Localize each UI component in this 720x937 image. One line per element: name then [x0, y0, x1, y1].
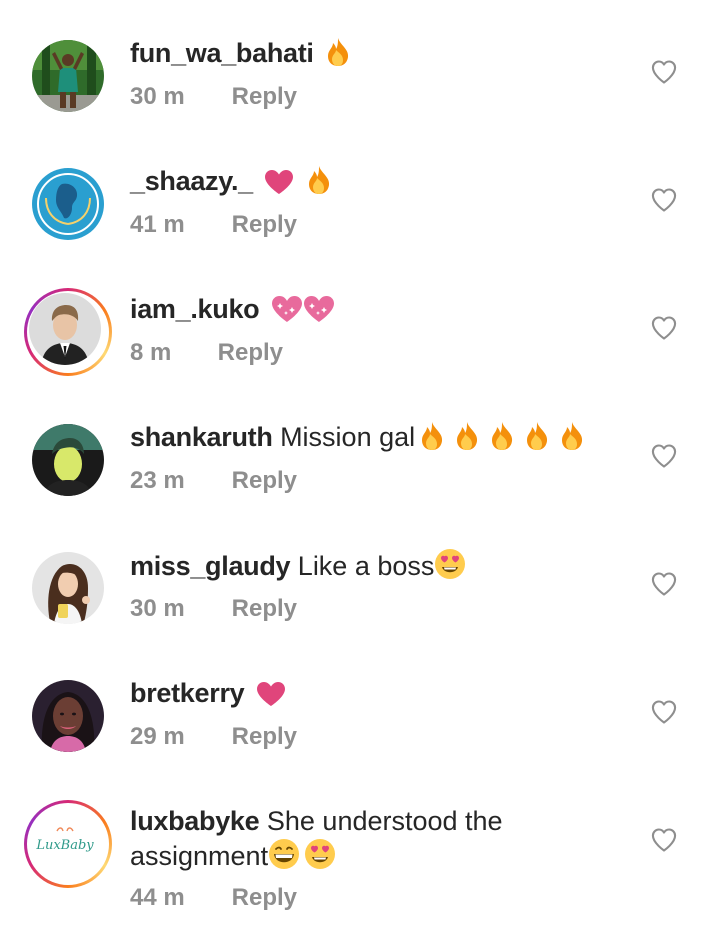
comment-line: fun_wa_bahati	[130, 36, 351, 70]
comment-time: 29 m	[130, 723, 185, 750]
username-link[interactable]: fun_wa_bahati	[130, 38, 314, 68]
avatar[interactable]	[32, 552, 104, 624]
reply-button[interactable]: Reply	[232, 884, 297, 911]
like-heart-icon[interactable]	[650, 58, 678, 86]
comment-time: 44 m	[130, 884, 185, 911]
comment-time: 23 m	[130, 467, 185, 494]
comment-meta: 8 m Reply	[130, 339, 283, 367]
reply-button[interactable]: Reply	[232, 723, 297, 750]
fire-emoji	[489, 421, 515, 451]
username-link[interactable]: luxbabyke	[130, 806, 260, 836]
like-heart-icon[interactable]	[650, 570, 678, 598]
comment-line: luxbabyke She understood the assignment	[130, 804, 550, 873]
like-heart-icon[interactable]	[650, 698, 678, 726]
like-heart-icon[interactable]	[650, 186, 678, 214]
reply-button[interactable]: Reply	[232, 595, 297, 622]
comment-time: 8 m	[130, 339, 172, 366]
grinning-emoji	[268, 838, 300, 870]
username-link[interactable]: shankaruth	[130, 422, 273, 452]
like-heart-icon[interactable]	[650, 442, 678, 470]
comment-line: miss_glaudy Like a boss	[130, 548, 466, 583]
comment-meta: 44 m Reply	[130, 884, 297, 912]
heart-eyes-emoji	[434, 548, 466, 580]
like-heart-icon[interactable]	[650, 314, 678, 342]
reply-button[interactable]: Reply	[232, 83, 297, 110]
avatar[interactable]: LuxBaby	[24, 800, 112, 888]
avatar[interactable]	[32, 168, 104, 240]
comment-meta: 29 m Reply	[130, 723, 297, 751]
comment-line: _shaazy._	[130, 164, 332, 198]
comment-time: 30 m	[130, 83, 185, 110]
avatar-image	[29, 293, 101, 365]
username-link[interactable]: miss_glaudy	[130, 551, 291, 581]
reply-button[interactable]: Reply	[218, 339, 283, 366]
fire-emoji	[325, 37, 351, 67]
reply-button[interactable]: Reply	[232, 467, 297, 494]
avatar[interactable]	[24, 288, 112, 376]
username-link[interactable]: bretkerry	[130, 678, 245, 708]
sparkling-heart-emoji	[303, 295, 335, 323]
comment-text: Like a boss	[297, 551, 435, 581]
luxbaby-logo-text: LuxBaby	[35, 838, 94, 853]
comment-meta: 23 m Reply	[130, 467, 297, 495]
fire-emoji	[559, 421, 585, 451]
comment-meta: 30 m Reply	[130, 595, 297, 623]
avatar-image: LuxBaby	[29, 805, 101, 877]
fire-emoji	[454, 421, 480, 451]
like-heart-icon[interactable]	[650, 826, 678, 854]
heart-emoji	[256, 681, 286, 707]
fire-emoji	[524, 421, 550, 451]
comment-time: 41 m	[130, 211, 185, 238]
comment-meta: 30 m Reply	[130, 83, 297, 111]
comment-text: Mission gal	[280, 422, 416, 452]
heart-eyes-emoji	[304, 838, 336, 870]
comment-meta: 41 m Reply	[130, 211, 297, 239]
avatar[interactable]	[32, 680, 104, 752]
sparkling-heart-emoji	[271, 295, 303, 323]
comment-line: iam_.kuko	[130, 292, 335, 326]
comment-line: bretkerry	[130, 676, 286, 710]
comment-line: shankaruth Mission gal	[130, 420, 585, 454]
reply-button[interactable]: Reply	[232, 211, 297, 238]
fire-emoji	[306, 165, 332, 195]
username-link[interactable]: iam_.kuko	[130, 294, 260, 324]
comment-time: 30 m	[130, 595, 185, 622]
avatar[interactable]	[32, 40, 104, 112]
heart-emoji	[264, 169, 294, 195]
username-link[interactable]: _shaazy._	[130, 166, 253, 196]
avatar[interactable]	[32, 424, 104, 496]
fire-emoji	[419, 421, 445, 451]
